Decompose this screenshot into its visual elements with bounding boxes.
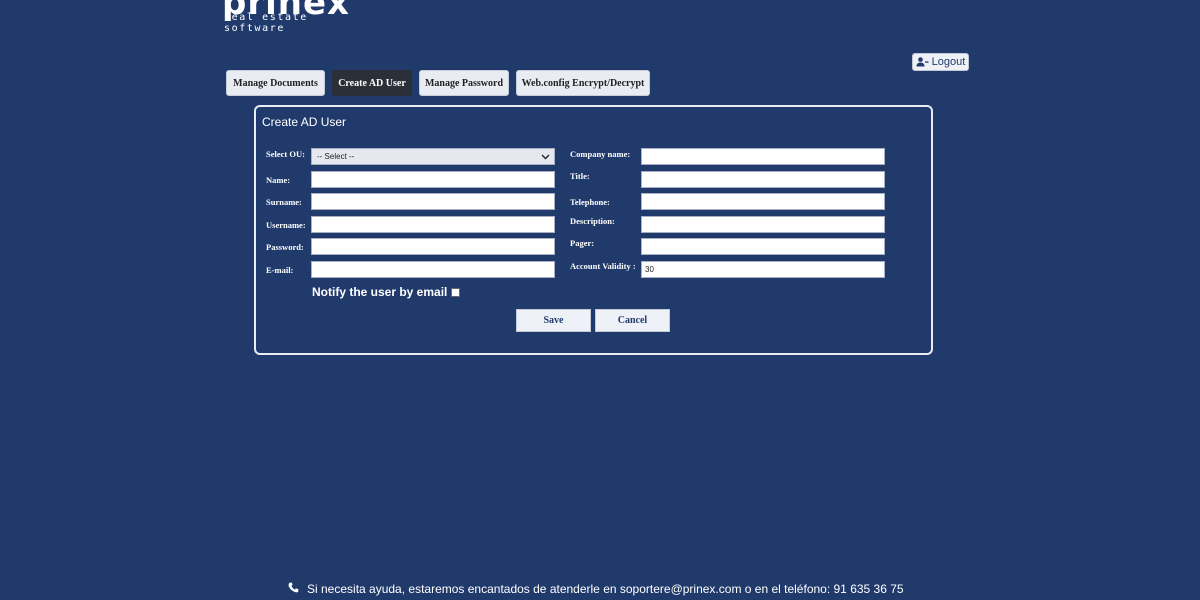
title-input[interactable] xyxy=(641,171,885,188)
company-label: Company name: xyxy=(570,149,631,159)
ou-select[interactable]: -- Select -- xyxy=(311,148,555,165)
cancel-button[interactable]: Cancel xyxy=(595,309,670,332)
help-text: Si necesita ayuda, estaremos encantados … xyxy=(307,582,904,596)
phone-icon xyxy=(288,582,299,596)
username-input[interactable] xyxy=(311,216,555,233)
help-footer: Si necesita ayuda, estaremos encantados … xyxy=(288,582,904,596)
name-label: Name: xyxy=(266,175,291,185)
chevron-down-icon xyxy=(541,152,550,163)
tab-webconfig-encrypt[interactable]: Web.config Encrypt/Decrypt xyxy=(516,70,650,96)
title-label: Title: xyxy=(570,171,590,181)
pager-input[interactable] xyxy=(641,238,885,255)
password-label: Password: xyxy=(266,242,304,252)
tab-manage-documents[interactable]: Manage Documents xyxy=(226,70,325,96)
page: prinex real estate software Logout Manag… xyxy=(0,0,1200,600)
tab-manage-password[interactable]: Manage Password xyxy=(419,70,509,96)
ou-select-value: -- Select -- xyxy=(317,152,355,161)
user-logout-icon xyxy=(916,57,929,67)
surname-label: Surname: xyxy=(266,197,302,207)
description-label: Description: xyxy=(570,216,615,226)
select-ou-label: Select OU: xyxy=(266,149,305,159)
panel-title: Create AD User xyxy=(262,115,347,129)
logo-tagline: real estate software xyxy=(224,12,308,34)
logout-button[interactable]: Logout xyxy=(912,53,969,71)
save-button[interactable]: Save xyxy=(516,309,591,332)
notify-checkbox[interactable] xyxy=(451,287,461,297)
validity-label: Account Validity : xyxy=(570,261,636,271)
company-input[interactable] xyxy=(641,148,885,165)
telephone-input[interactable] xyxy=(641,193,885,210)
telephone-label: Telephone: xyxy=(570,197,610,207)
validity-input[interactable] xyxy=(641,261,885,278)
pager-label: Pager: xyxy=(570,238,595,248)
name-input[interactable] xyxy=(311,171,555,188)
surname-input[interactable] xyxy=(311,193,555,210)
email-input[interactable] xyxy=(311,261,555,278)
notify-label: Notify the user by email xyxy=(312,285,448,299)
notify-option: Notify the user by email xyxy=(312,285,461,299)
email-label: E-mail: xyxy=(266,265,294,275)
logout-label: Logout xyxy=(931,56,966,68)
username-label: Username: xyxy=(266,220,306,230)
password-input[interactable] xyxy=(311,238,555,255)
description-input[interactable] xyxy=(641,216,885,233)
tab-create-ad-user[interactable]: Create AD User xyxy=(332,70,412,96)
logo: prinex real estate software xyxy=(222,0,362,34)
